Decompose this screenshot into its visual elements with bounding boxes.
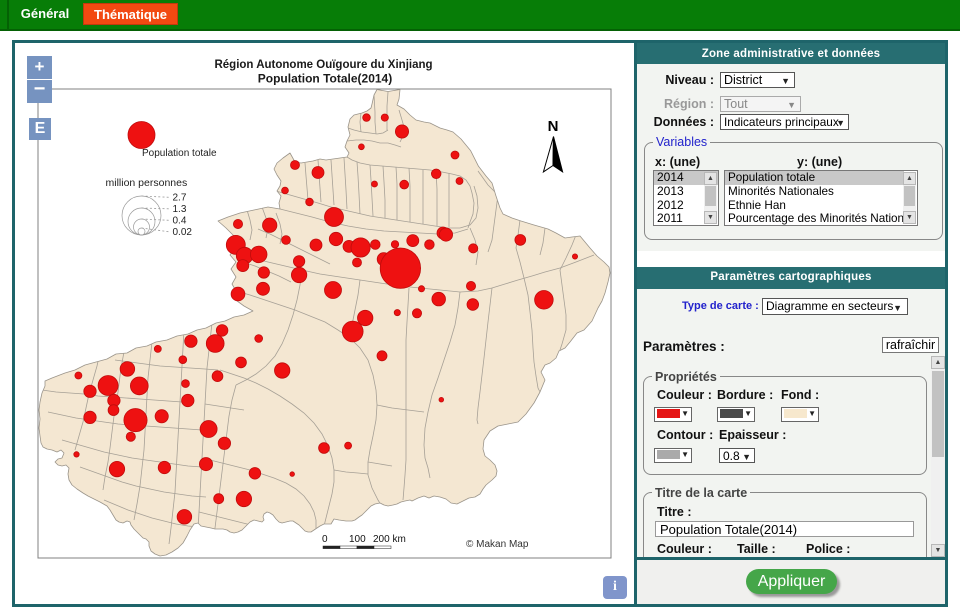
svg-text:2.7: 2.7 [173,193,187,204]
svg-text:million personnes: million personnes [106,177,188,189]
svg-text:0.02: 0.02 [173,227,193,238]
svg-text:0: 0 [322,534,328,545]
svg-text:0.4: 0.4 [173,216,187,227]
svg-text:Population totale: Population totale [142,148,217,159]
svg-text:Région Autonome Ouïgoure du Xi: Région Autonome Ouïgoure du Xinjiang [214,59,432,71]
svg-text:1.3: 1.3 [173,204,187,215]
svg-text:© Makan Map: © Makan Map [466,539,529,550]
svg-text:N: N [548,118,559,135]
svg-text:Population Totale(2014): Population Totale(2014) [258,72,392,86]
svg-text:200 km: 200 km [373,534,406,545]
svg-text:100: 100 [349,534,366,545]
